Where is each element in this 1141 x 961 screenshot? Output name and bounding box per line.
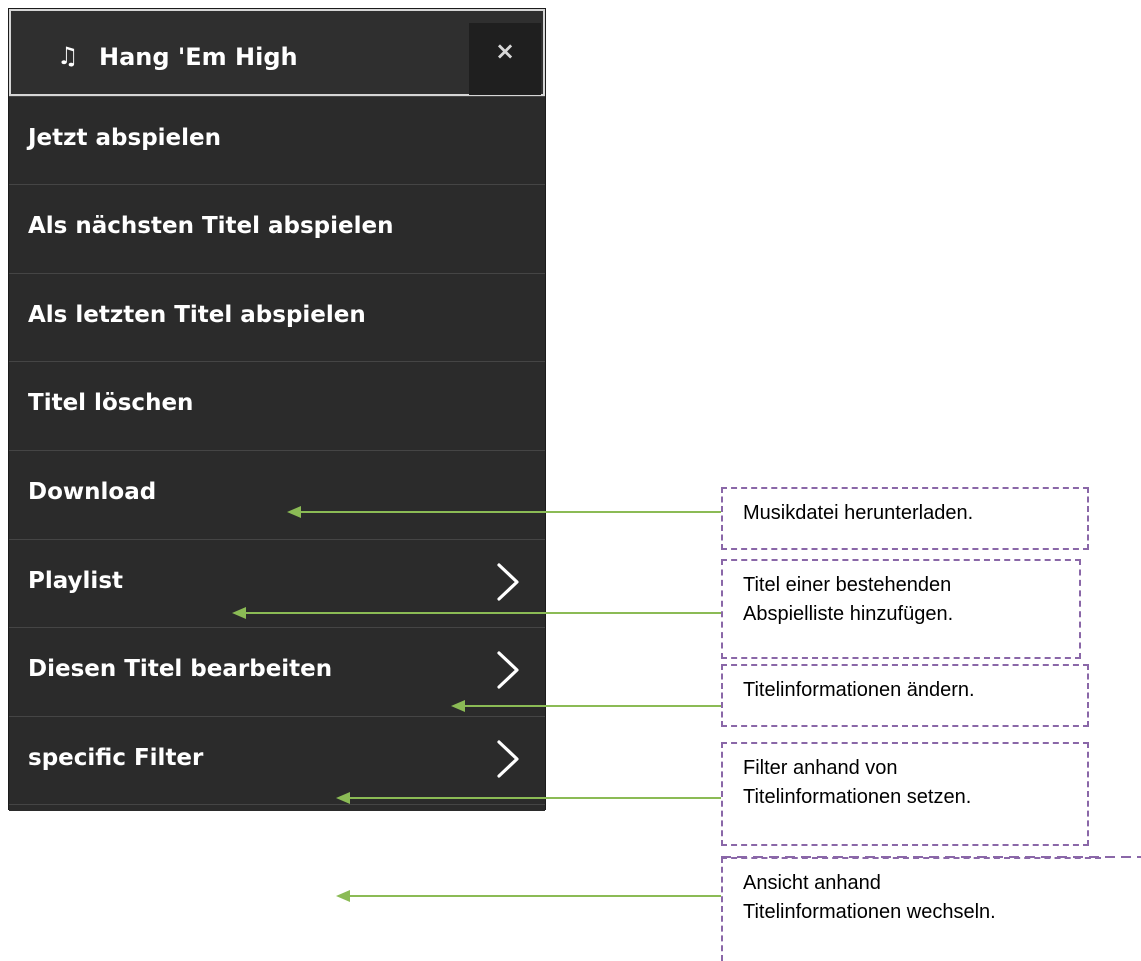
annotation-line: Musikdatei herunterladen. bbox=[743, 502, 974, 524]
chevron-right-icon bbox=[497, 828, 519, 866]
menu-item-titel-loeschen[interactable]: Titel löschen bbox=[9, 361, 545, 450]
annotation-line: Titel einer bestehenden bbox=[743, 574, 952, 596]
menu-item-playlist[interactable]: Playlist bbox=[9, 539, 545, 627]
menu-item-label: switch View bbox=[28, 833, 182, 859]
menu-item-als-letzten-titel-abspielen[interactable]: Als letzten Titel abspielen bbox=[9, 273, 545, 361]
annotation-filter: Filter anhand von Titelinformationen set… bbox=[721, 742, 1089, 846]
annotation-line: Abspielliste hinzufügen. bbox=[743, 603, 954, 625]
menu-header: ♫ Hang 'Em High × bbox=[9, 9, 545, 96]
music-note-icon: ♫ bbox=[57, 42, 79, 70]
annotation-line: Titelinformationen wechseln. bbox=[743, 901, 996, 923]
annotation-line: Ansicht anhand bbox=[743, 872, 881, 894]
menu-item-label: Diesen Titel bearbeiten bbox=[28, 656, 333, 682]
menu-item-label: Titel löschen bbox=[28, 390, 194, 416]
chevron-right-icon bbox=[497, 740, 519, 778]
annotation-download: Musikdatei herunterladen. bbox=[721, 487, 1089, 550]
chevron-right-icon bbox=[497, 563, 519, 601]
menu-item-download[interactable]: Download bbox=[9, 450, 545, 539]
menu-item-label: Als nächsten Titel abspielen bbox=[28, 213, 394, 239]
menu-item-als-naechsten-titel-abspielen[interactable]: Als nächsten Titel abspielen bbox=[9, 184, 545, 273]
menu-item-switch-view[interactable]: switch View bbox=[9, 804, 545, 866]
menu-item-specific-filter[interactable]: specific Filter bbox=[9, 716, 545, 804]
menu-item-jetzt-abspielen[interactable]: Jetzt abspielen bbox=[9, 96, 545, 184]
annotation-edit-title: Titelinformationen ändern. bbox=[721, 664, 1089, 727]
chevron-right-icon bbox=[497, 651, 519, 689]
menu-item-label: Jetzt abspielen bbox=[28, 125, 222, 151]
menu-item-label: Als letzten Titel abspielen bbox=[28, 302, 366, 328]
menu-item-label: specific Filter bbox=[28, 745, 204, 771]
annotation-line: Titelinformationen setzen. bbox=[743, 786, 972, 808]
annotation-switch-view: Ansicht anhand Titelinformationen wechse… bbox=[721, 857, 1101, 961]
menu-item-label: Download bbox=[28, 479, 157, 505]
annotation-line: Titelinformationen ändern. bbox=[743, 679, 975, 701]
annotation-playlist: Titel einer bestehenden Abspielliste hin… bbox=[721, 559, 1081, 659]
close-icon: × bbox=[494, 37, 516, 65]
menu-item-label: Playlist bbox=[28, 568, 123, 594]
context-menu: ♫ Hang 'Em High × Jetzt abspielen Als nä… bbox=[8, 8, 546, 866]
close-button[interactable]: × bbox=[469, 23, 541, 95]
menu-item-diesen-titel-bearbeiten[interactable]: Diesen Titel bearbeiten bbox=[9, 627, 545, 716]
track-title: Hang 'Em High bbox=[99, 43, 298, 71]
arrowhead-switch-view bbox=[336, 890, 350, 902]
annotation-line: Filter anhand von bbox=[743, 757, 898, 779]
